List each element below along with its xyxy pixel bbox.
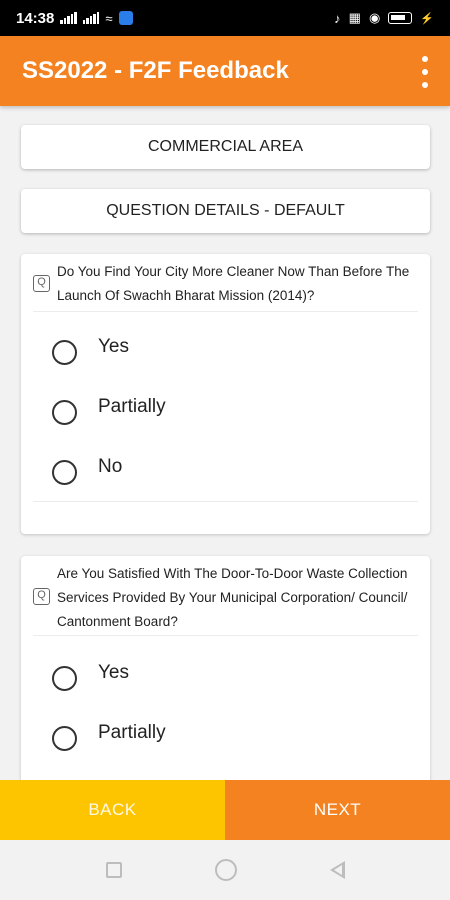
signal-icon <box>60 12 77 24</box>
radio-button[interactable] <box>52 400 77 425</box>
question-icon: Q <box>33 275 50 292</box>
next-button[interactable]: NEXT <box>225 780 450 840</box>
question-details-banner: QUESTION DETAILS - DEFAULT <box>21 189 430 233</box>
question-card-1: Do You Find Your City More Cleaner Now T… <box>21 254 430 534</box>
option-partially[interactable]: Partially <box>52 722 166 751</box>
headset-icon: ◉ <box>368 10 381 25</box>
option-label: Yes <box>98 661 129 683</box>
divider <box>33 311 418 312</box>
survey-content[interactable]: COMMERCIAL AREA QUESTION DETAILS - DEFAU… <box>0 106 450 780</box>
app-title: SS2022 - F2F Feedback <box>22 57 289 84</box>
radio-button[interactable] <box>52 340 77 365</box>
vibrate-icon: ▦ <box>348 10 361 25</box>
question-card-2: Are You Satisfied With The Door-To-Door … <box>21 556 430 780</box>
back-nav-icon[interactable] <box>329 861 345 879</box>
status-time: 14:38 <box>16 9 55 27</box>
option-label: Partially <box>98 395 166 417</box>
shield-icon <box>118 11 133 25</box>
recents-icon[interactable] <box>105 862 122 878</box>
question-icon: Q <box>33 588 50 605</box>
mute-icon: ♪ <box>334 10 341 26</box>
wifi-icon: ≈ <box>105 10 113 26</box>
battery-icon <box>388 12 413 24</box>
radio-button[interactable] <box>52 666 77 691</box>
system-nav-bar <box>0 840 450 900</box>
footer-buttons: BACK NEXT <box>0 780 450 840</box>
option-yes[interactable]: Yes <box>52 336 129 365</box>
home-icon[interactable] <box>214 859 237 881</box>
option-partially[interactable]: Partially <box>52 396 166 425</box>
charging-icon: ⚡ <box>420 12 434 25</box>
back-button[interactable]: BACK <box>0 780 225 840</box>
option-label: Yes <box>98 335 129 357</box>
signal-icon-2 <box>82 12 100 24</box>
radio-button[interactable] <box>52 460 77 485</box>
option-yes[interactable]: Yes <box>52 662 129 691</box>
radio-button[interactable] <box>52 726 77 751</box>
question-text: Are You Satisfied With The Door-To-Door … <box>57 566 408 629</box>
area-banner: COMMERCIAL AREA <box>21 125 430 169</box>
question-text: Do You Find Your City More Cleaner Now T… <box>57 264 410 303</box>
divider <box>33 501 418 502</box>
option-label: No <box>98 455 123 477</box>
option-no[interactable]: No <box>52 456 122 485</box>
status-bar: 14:38 ≈ ♪ ▦ ◉ ⚡ <box>0 0 450 36</box>
option-label: Partially <box>98 721 166 743</box>
app-bar: SS2022 - F2F Feedback <box>0 36 450 106</box>
overflow-menu-icon[interactable] <box>420 56 430 88</box>
divider <box>33 635 418 636</box>
